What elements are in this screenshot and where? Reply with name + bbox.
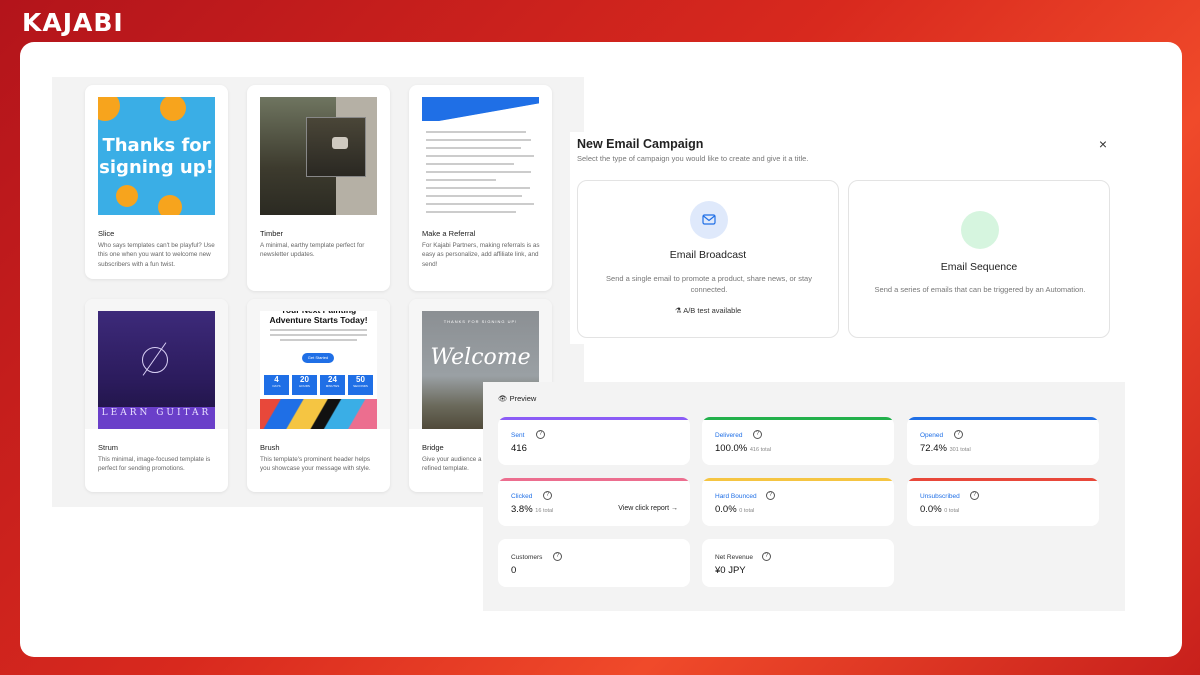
template-card-slice[interactable]: Thanks for signing up! Slice Who says te… [85, 85, 228, 279]
template-name: Bridge [422, 443, 444, 452]
stat-value: 0 [511, 565, 517, 576]
help-icon[interactable]: ? [762, 552, 771, 561]
new-email-campaign-modal: New Email Campaign Select the type of ca… [570, 132, 1115, 344]
help-icon[interactable]: ? [536, 430, 545, 439]
stat-label: Delivered [715, 432, 743, 439]
thumbnail-button: Get Started [302, 353, 334, 363]
email-broadcast-option[interactable]: Email Broadcast Send a single email to p… [577, 180, 839, 338]
stat-value: ¥0 JPY [715, 565, 746, 576]
template-card-brush[interactable]: Your Next Painting Adventure Starts Toda… [247, 299, 390, 492]
stat-value: 0.0% 0 total [715, 504, 755, 515]
stat-card-delivered: Delivered ? 100.0% 416 total [702, 417, 894, 465]
template-card-strum[interactable]: LEARN GUITAR Strum This minimal, image-f… [85, 299, 228, 492]
template-card-make-a-referral[interactable]: Make a Referral For Kajabi Partners, mak… [409, 85, 552, 291]
thumbnail-text: Thanks for signing up! [99, 135, 214, 178]
template-thumbnail [260, 97, 377, 215]
sequence-icon [961, 211, 999, 249]
thumbnail-heading: Your Next Painting Adventure Starts Toda… [269, 311, 368, 325]
template-description: Who says templates can't be playful? Use… [98, 242, 215, 268]
template-description: For Kajabi Partners, making referrals is… [422, 242, 540, 268]
template-description: A minimal, earthy template perfect for n… [260, 242, 365, 259]
stat-label: Net Revenue [715, 554, 753, 561]
help-icon[interactable]: ? [970, 491, 979, 500]
template-thumbnail [422, 97, 539, 215]
stat-card-clicked: Clicked ? 3.8% 16 total View click repor… [498, 478, 690, 526]
thumbnail-small-text: THANKS FOR SIGNING UP! [443, 319, 518, 324]
option-description: Send a series of emails that can be trig… [874, 285, 1086, 294]
view-click-report-link[interactable]: View click report → [618, 505, 678, 512]
stat-value: 72.4% 301 total [920, 443, 971, 454]
stat-card-hard-bounced: Hard Bounced ? 0.0% 0 total [702, 478, 894, 526]
help-icon[interactable]: ? [543, 491, 552, 500]
close-icon[interactable]: × [1099, 136, 1107, 152]
stat-label: Sent [511, 432, 525, 439]
help-icon[interactable]: ? [553, 552, 562, 561]
template-name: Slice [98, 229, 115, 238]
stat-value: 3.8% 16 total [511, 504, 554, 515]
option-description: Send a single email to promote a product… [606, 274, 812, 295]
stat-label: Unsubscribed [920, 493, 960, 500]
stat-value: 416 [511, 443, 527, 454]
stat-card-unsubscribed: Unsubscribed ? 0.0% 0 total [907, 478, 1099, 526]
template-thumbnail: Thanks for signing up! [98, 97, 215, 215]
stat-card-sent: Sent ? 416 [498, 417, 690, 465]
help-icon[interactable]: ? [753, 430, 762, 439]
template-name: Strum [98, 443, 119, 452]
help-icon[interactable]: ? [766, 491, 775, 500]
stat-label: Customers [511, 554, 543, 561]
campaign-stats-panel: 👁 Preview Sent ? 416 Delivered ? 100.0% … [483, 382, 1125, 611]
template-name: Make a Referral [422, 229, 476, 238]
stat-card-net-revenue: Net Revenue ? ¥0 JPY [702, 539, 894, 587]
email-sequence-option[interactable]: Email Sequence Send a series of emails t… [848, 180, 1110, 338]
ab-test-note: ⚗ A/B test available [674, 306, 742, 315]
stat-card-opened: Opened ? 72.4% 301 total [907, 417, 1099, 465]
modal-subtitle: Select the type of campaign you would li… [577, 154, 809, 163]
stat-value: 0.0% 0 total [920, 504, 960, 515]
help-icon[interactable]: ? [954, 430, 963, 439]
stat-label: Hard Bounced [715, 493, 757, 500]
template-description: This template's prominent header helps y… [260, 456, 371, 473]
modal-title: New Email Campaign [577, 137, 704, 151]
brand-logo: KAJABI [22, 8, 124, 37]
eye-icon: 👁 [498, 394, 508, 403]
stat-label: Opened [920, 432, 944, 439]
template-card-timber[interactable]: Timber A minimal, earthy template perfec… [247, 85, 390, 291]
option-title: Email Broadcast [669, 249, 747, 261]
stat-value: 100.0% 416 total [715, 443, 771, 454]
template-name: Timber [260, 229, 284, 238]
stat-label: Clicked [511, 493, 533, 500]
template-description: This minimal, image-focused template is … [98, 456, 211, 473]
flask-icon: ⚗ [674, 306, 682, 315]
preview-label[interactable]: 👁 Preview [498, 394, 536, 403]
option-title: Email Sequence [940, 261, 1018, 273]
template-thumbnail: Your Next Painting Adventure Starts Toda… [260, 311, 377, 429]
content-canvas: Thanks for signing up! Slice Who says te… [20, 42, 1182, 657]
stat-card-customers: Customers ? 0 [498, 539, 690, 587]
thumbnail-text: LEARN GUITAR [101, 408, 212, 418]
thumbnail-text: Welcome [430, 345, 531, 370]
envelope-icon [690, 201, 728, 239]
template-name: Brush [260, 443, 280, 452]
template-thumbnail: LEARN GUITAR [98, 311, 215, 429]
